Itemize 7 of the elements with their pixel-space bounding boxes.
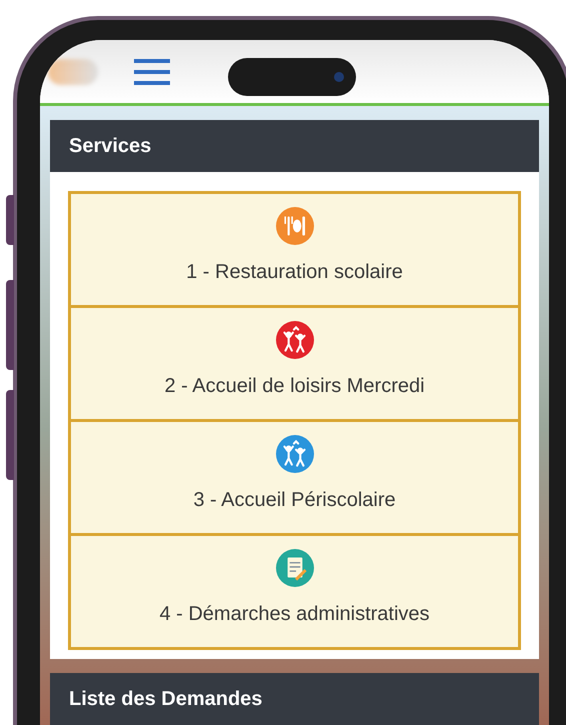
menu-icon[interactable] — [134, 58, 170, 84]
section-header: Liste des Demandes — [50, 673, 539, 725]
service-tile[interactable]: 2 - Accueil de loisirs Mercredi — [68, 305, 521, 422]
section-header: Services — [50, 120, 539, 172]
service-tile[interactable]: 1 - Restauration scolaire — [68, 191, 521, 308]
service-tile[interactable]: 4 - Démarches administratives — [68, 533, 521, 650]
service-tile[interactable]: 3 - Accueil Périscolaire — [68, 419, 521, 536]
